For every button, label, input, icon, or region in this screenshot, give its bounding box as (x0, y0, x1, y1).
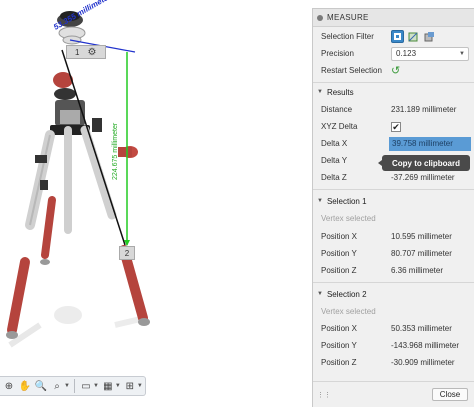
restart-selection-row: Restart Selection ↺ (313, 62, 474, 79)
point-2-label: 2 (124, 248, 130, 258)
delta-z-row: Delta Z -37.269 millimeter (313, 169, 474, 186)
collapse-triangle-icon: ▼ (317, 291, 323, 297)
sel1-pos-y-row: Position Y 80.707 millimeter (313, 245, 474, 262)
zoom-window-icon[interactable]: ⌕ (50, 379, 64, 393)
selection-2-type: Vertex selected (321, 307, 376, 316)
delta-x-value-selected[interactable]: 39.758 millimeter (389, 136, 471, 151)
precision-row: Precision 0.123 ▼ (313, 45, 474, 62)
selection-1-type: Vertex selected (321, 214, 376, 223)
sel1-pos-y-label: Position Y (321, 249, 357, 258)
divider (313, 282, 474, 283)
panel-header[interactable]: MEASURE (313, 9, 474, 27)
restart-selection-label: Restart Selection (321, 66, 382, 75)
sel1-pos-x-row: Position X 10.595 millimeter (313, 228, 474, 245)
selection-1-section-header[interactable]: ▼ Selection 1 (313, 193, 474, 209)
point-1-marker[interactable]: 1 ⚙ (66, 45, 106, 59)
navigation-toolbar: ⊕ ✋ 🔍 ⌕ ▼ ▭ ▼ ▦ ▼ ⊞ ▼ (0, 376, 146, 396)
zoom-icon[interactable]: 🔍 (34, 379, 48, 393)
precision-select[interactable]: 0.123 ▼ (391, 46, 469, 61)
copy-to-clipboard-tooltip[interactable]: Copy to clipboard (378, 155, 470, 171)
sel2-pos-z-value[interactable]: -30.909 millimeter (391, 358, 455, 367)
selection-2-title: Selection 2 (326, 289, 367, 299)
distance-value[interactable]: 231.189 millimeter (391, 105, 456, 114)
selection-2-section-header[interactable]: ▼ Selection 2 (313, 286, 474, 302)
panel-status-icon (317, 14, 323, 21)
sel2-pos-y-label: Position Y (321, 341, 357, 350)
sel2-pos-x-label: Position X (321, 324, 358, 333)
point-1-label: 1 (75, 47, 80, 57)
restart-icon[interactable]: ↺ (391, 64, 400, 77)
selection-filter-options (391, 30, 436, 43)
chevron-down-icon[interactable]: ▼ (115, 383, 121, 389)
delta-x-label: Delta X (321, 139, 348, 148)
divider (313, 381, 474, 382)
sel2-pos-y-row: Position Y -143.968 millimeter (313, 337, 474, 354)
collapse-triangle-icon: ▼ (317, 198, 323, 204)
tripod-model (6, 11, 150, 348)
delta-y-label: Delta Y (321, 156, 348, 165)
close-button[interactable]: Close (432, 388, 468, 401)
selection-filter-label: Selection Filter (321, 32, 374, 41)
selection-filter-row: Selection Filter (313, 28, 474, 45)
chevron-down-icon[interactable]: ▼ (64, 383, 70, 389)
sel2-pos-z-row: Position Z -30.909 millimeter (313, 354, 474, 371)
viewports-icon[interactable]: ⊞ (123, 379, 137, 393)
3d-viewport[interactable]: 53.355 millimeter 224.675 millimeter 1 ⚙… (0, 0, 312, 407)
pan-hand-icon[interactable]: ✋ (18, 379, 32, 393)
sel1-pos-x-label: Position X (321, 232, 358, 241)
delta-z-label: Delta Z (321, 173, 347, 182)
chevron-down-icon[interactable]: ▼ (93, 383, 99, 389)
collapse-triangle-icon: ▼ (317, 89, 323, 95)
selection-1-title: Selection 1 (326, 196, 367, 206)
delta-x-value: 39.758 millimeter (392, 138, 453, 148)
panel-resize-grip-icon[interactable]: ⋮⋮ (317, 391, 331, 399)
delta-x-row: Delta X 39.758 millimeter (313, 135, 474, 152)
distance-label: Distance (321, 105, 353, 114)
xyz-delta-label: XYZ Delta (321, 122, 358, 131)
point-2-marker[interactable]: 2 (119, 246, 135, 260)
toolbar-divider (73, 379, 75, 393)
sel2-pos-y-value[interactable]: -143.968 millimeter (391, 341, 459, 350)
precision-value: 0.123 (396, 49, 417, 58)
divider (313, 82, 474, 83)
sel1-pos-z-value[interactable]: 6.36 millimeter (391, 266, 443, 275)
dimension-label-vertical: 224.675 millimeter (112, 122, 119, 180)
divider (313, 189, 474, 190)
sel1-pos-z-row: Position Z 6.36 millimeter (313, 262, 474, 279)
sel1-pos-y-value[interactable]: 80.707 millimeter (391, 249, 452, 258)
sel2-pos-z-label: Position Z (321, 358, 357, 367)
delta-z-value[interactable]: -37.269 millimeter (391, 173, 455, 182)
precision-label: Precision (321, 49, 354, 58)
results-title: Results (326, 87, 354, 97)
chevron-down-icon: ▼ (459, 50, 465, 57)
chevron-down-icon[interactable]: ▼ (137, 383, 143, 389)
gear-icon[interactable]: ⚙ (87, 47, 96, 58)
sel2-pos-x-row: Position X 50.353 millimeter (313, 320, 474, 337)
measure-panel: MEASURE Selection Filter Precision 0.123… (312, 8, 474, 407)
sel2-pos-x-value[interactable]: 50.353 millimeter (391, 324, 452, 333)
distance-row: Distance 231.189 millimeter (313, 101, 474, 118)
sel1-pos-x-value[interactable]: 10.595 millimeter (391, 232, 452, 241)
grid-icon[interactable]: ▦ (101, 379, 115, 393)
results-section-header[interactable]: ▼ Results (313, 84, 474, 100)
xyz-delta-checkbox[interactable]: ✔ (391, 121, 401, 132)
orbit-icon[interactable]: ⊕ (2, 379, 16, 393)
filter-body-icon[interactable] (423, 30, 436, 43)
xyz-delta-row: XYZ Delta ✔ (313, 118, 474, 135)
sel1-pos-z-label: Position Z (321, 266, 357, 275)
display-settings-icon[interactable]: ▭ (79, 379, 93, 393)
panel-title: MEASURE (327, 13, 369, 22)
filter-vertex-icon[interactable] (391, 30, 404, 43)
filter-edge-icon[interactable] (407, 30, 420, 43)
